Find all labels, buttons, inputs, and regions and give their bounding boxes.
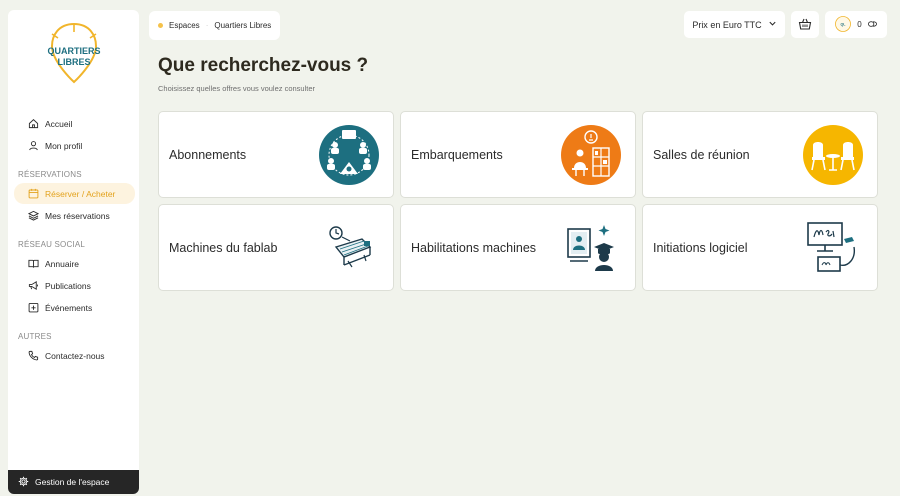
offer-cards-grid: Abonnements Embarquements Salles de réun… [158, 111, 878, 291]
avatar: QL [835, 15, 852, 34]
graduate-training-icon [559, 216, 623, 280]
card-embarquements[interactable]: Embarquements [400, 111, 636, 198]
topbar-controls: Prix en Euro TTC QL 0 [684, 11, 887, 38]
sidebar-item-publications[interactable]: Publications [14, 275, 135, 296]
card-label: Initiations logiciel [653, 240, 748, 255]
sidebar-item-reserver-acheter[interactable]: Réserver / Acheter [14, 183, 135, 204]
sidebar-item-label: Mon profil [45, 140, 83, 151]
gear-icon [18, 476, 29, 489]
coins-icon [867, 20, 877, 30]
sidebar-item-accueil[interactable]: Accueil [14, 113, 135, 134]
book-icon [27, 258, 39, 270]
breadcrumb-item-espaces[interactable]: Espaces [169, 21, 200, 30]
currency-label: Prix en Euro TTC [692, 19, 762, 30]
currency-select[interactable]: Prix en Euro TTC [684, 11, 785, 38]
software-screen-icon [801, 216, 865, 280]
breadcrumb-item-quartiers-libres[interactable]: Quartiers Libres [214, 21, 271, 30]
sidebar-item-mon-profil[interactable]: Mon profil [14, 135, 135, 156]
quartiers-libres-logo[interactable]: QUARTIERS LIBRES [8, 10, 139, 88]
sidebar: QUARTIERS LIBRES Accueil Mon profil RÉSE… [8, 10, 139, 494]
sidebar-item-mes-reservations[interactable]: Mes réservations [14, 205, 135, 226]
svg-text:LIBRES: LIBRES [57, 57, 90, 67]
card-label: Embarquements [411, 147, 503, 162]
card-salles-de-reunion[interactable]: Salles de réunion [642, 111, 878, 198]
sidebar-item-label: Contactez-nous [45, 350, 105, 361]
team-coworking-icon [317, 123, 381, 187]
section-title-autres: AUTRES [18, 332, 52, 341]
breadcrumb-dot-icon [158, 23, 163, 28]
breadcrumb-separator: · [205, 21, 209, 30]
gestion-espace-label: Gestion de l'espace [35, 477, 110, 487]
card-label: Habilitations machines [411, 240, 537, 255]
megaphone-icon [27, 280, 39, 292]
sidebar-item-label: Publications [45, 280, 91, 291]
card-label: Abonnements [169, 147, 247, 162]
basket-button[interactable] [791, 11, 819, 38]
card-label: Salles de réunion [653, 147, 750, 162]
sidebar-item-label: Réserver / Acheter [45, 188, 116, 199]
basket-icon [798, 17, 812, 33]
meeting-chairs-icon [801, 123, 865, 187]
sidebar-item-evenements[interactable]: Événements [14, 297, 135, 318]
credits-count: 0 [857, 20, 862, 29]
sidebar-item-label: Événements [45, 302, 93, 313]
svg-text:QL: QL [841, 22, 847, 26]
section-title-reseau-social: RÉSEAU SOCIAL [18, 240, 86, 249]
event-plus-icon [27, 302, 39, 314]
phone-icon [27, 350, 39, 362]
sidebar-item-label: Annuaire [45, 258, 80, 269]
breadcrumb: Espaces · Quartiers Libres [149, 11, 281, 40]
card-abonnements[interactable]: Abonnements [158, 111, 394, 198]
card-habilitations-machines[interactable]: Habilitations machines [400, 204, 636, 291]
chevron-down-icon [768, 19, 777, 30]
home-icon [27, 118, 39, 130]
office-desk-icon [559, 123, 623, 187]
layers-icon [27, 210, 39, 222]
sidebar-item-label: Accueil [45, 118, 73, 129]
account-credits-button[interactable]: QL 0 [825, 11, 887, 38]
laser-machine-icon [317, 216, 381, 280]
card-label: Machines du fablab [169, 240, 278, 255]
svg-text:QUARTIERS: QUARTIERS [47, 46, 100, 56]
sidebar-item-annuaire[interactable]: Annuaire [14, 253, 135, 274]
gestion-espace-button[interactable]: Gestion de l'espace [8, 470, 139, 494]
sidebar-item-contactez-nous[interactable]: Contactez-nous [14, 345, 135, 366]
page-subtitle: Choisissez quelles offres vous voulez co… [158, 84, 316, 93]
section-title-reservations: RÉSERVATIONS [18, 170, 82, 179]
calendar-icon [27, 188, 39, 200]
sidebar-nav: Accueil Mon profil RÉSERVATIONS Réserver… [8, 112, 139, 367]
card-machines-du-fablab[interactable]: Machines du fablab [158, 204, 394, 291]
page-title: Que recherchez-vous ? [158, 55, 369, 76]
card-initiations-logiciel[interactable]: Initiations logiciel [642, 204, 878, 291]
sidebar-item-label: Mes réservations [45, 210, 110, 221]
user-icon [27, 140, 39, 152]
